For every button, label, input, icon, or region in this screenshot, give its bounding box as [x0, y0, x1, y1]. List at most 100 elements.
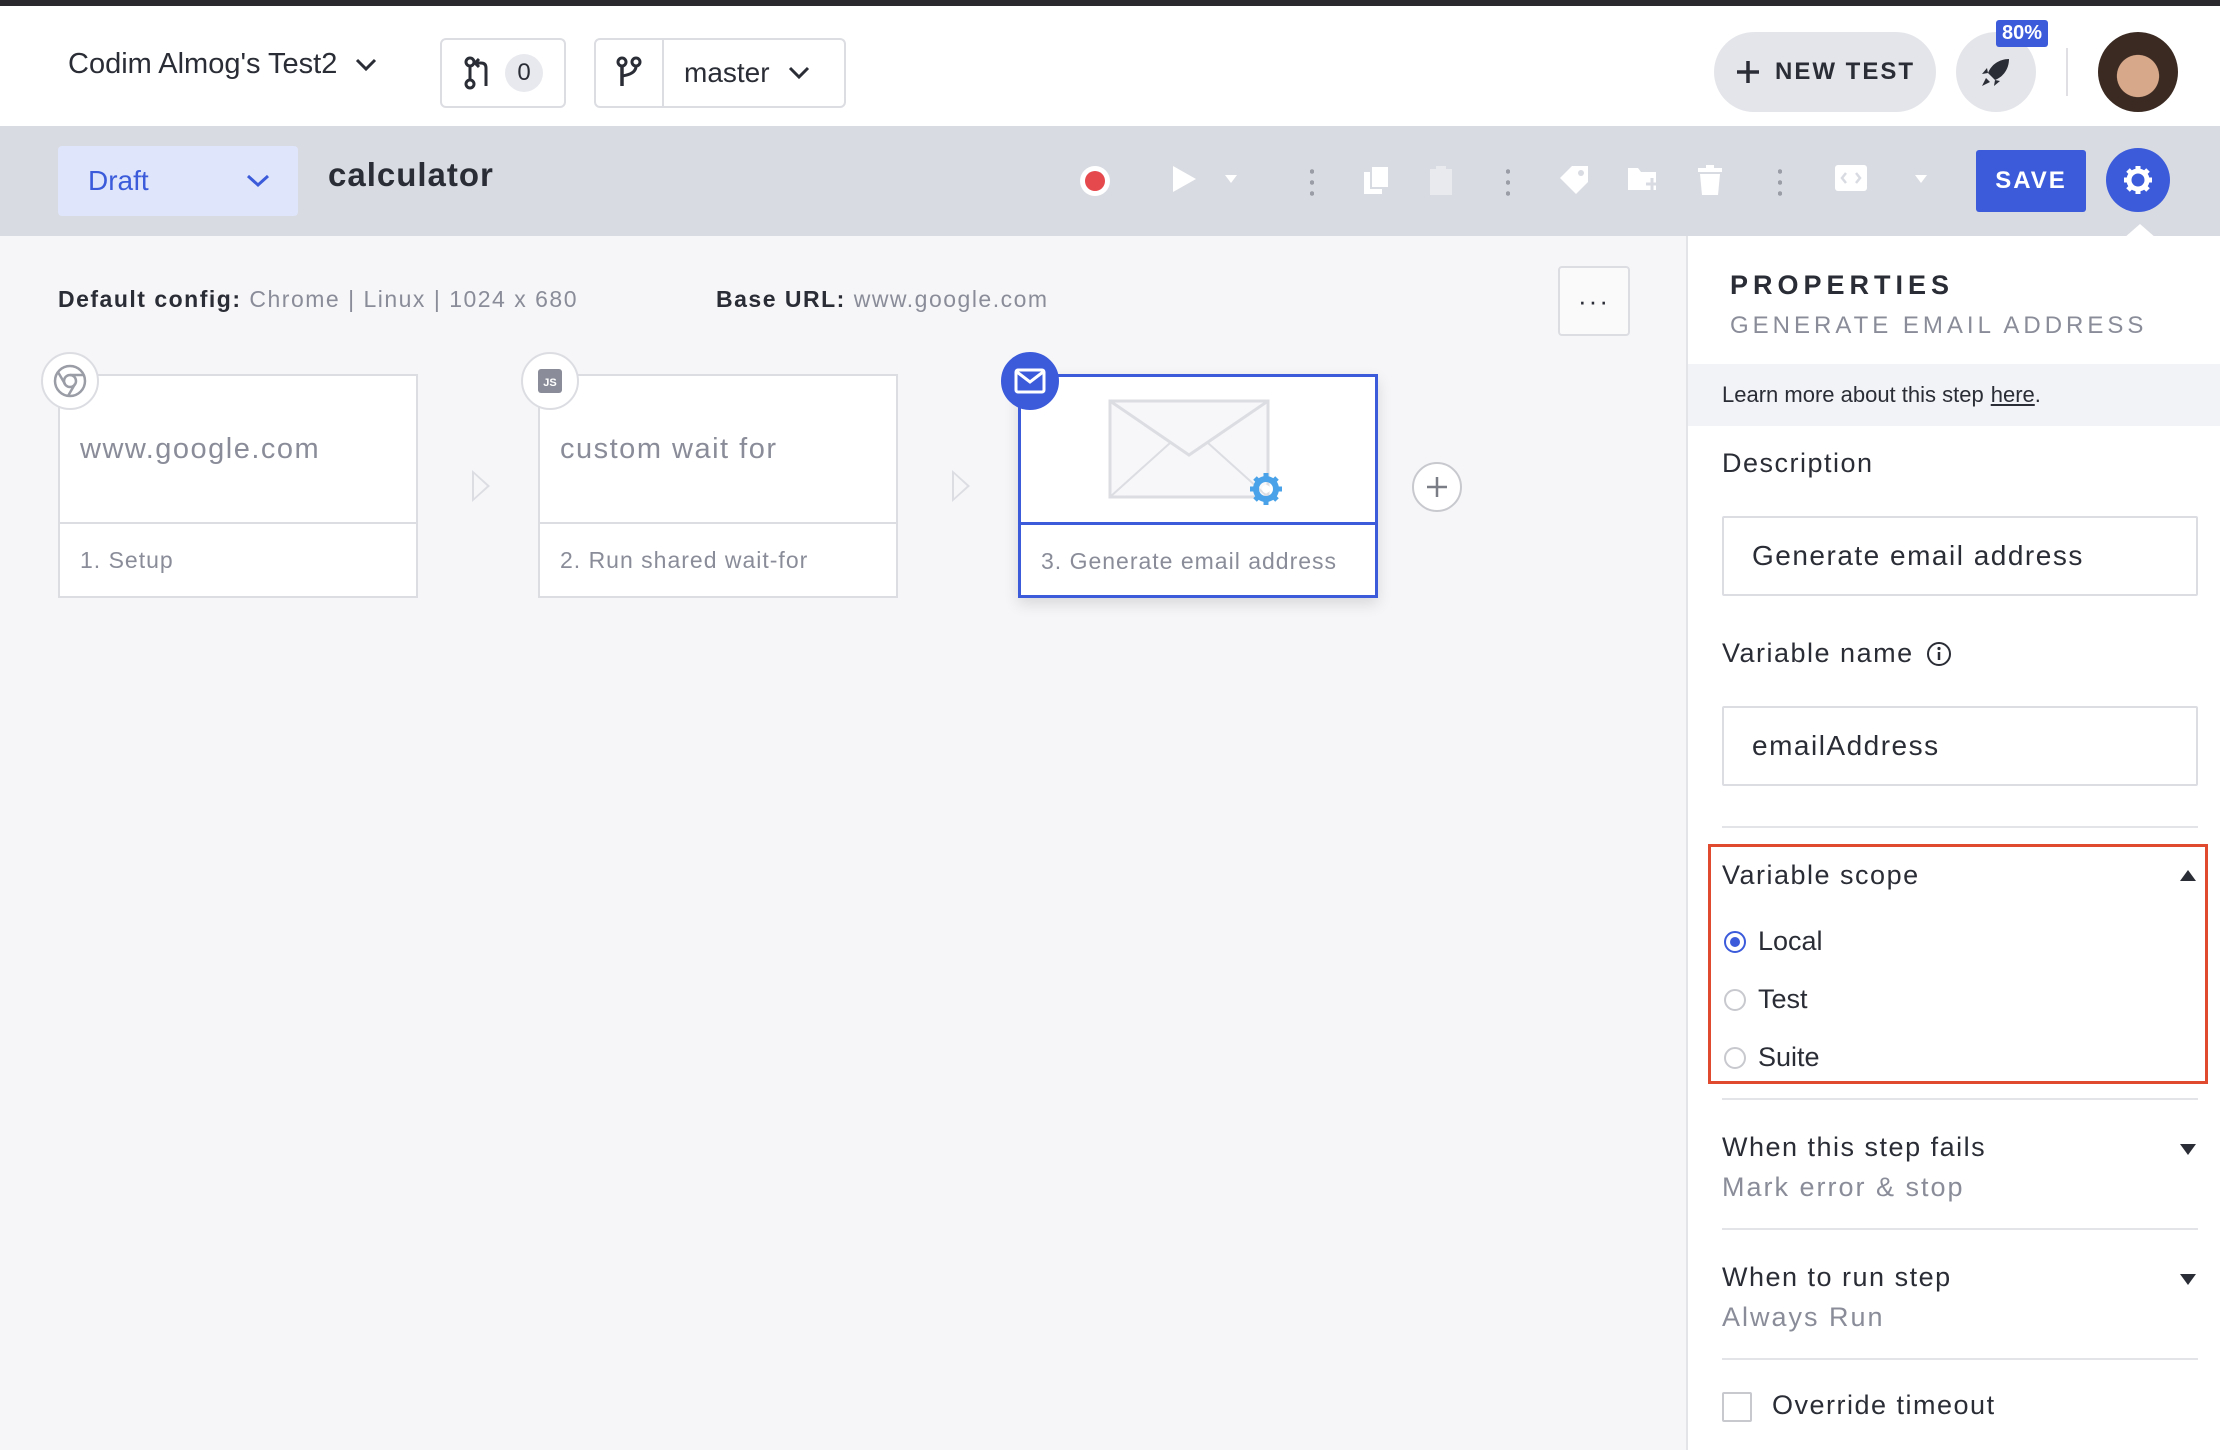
js-icon: JS [521, 352, 579, 410]
pr-count: 0 [505, 54, 543, 92]
on-fail-value: Mark error & stop [1722, 1172, 1965, 1202]
variable-name-label: Variable name [1722, 638, 1914, 668]
base-url-label: Base URL: [716, 286, 846, 312]
base-url[interactable]: Base URL: www.google.com [716, 286, 1049, 313]
collapse-caret-icon[interactable] [2180, 870, 2196, 881]
project-name: Codim Almog's Test2 [68, 48, 338, 80]
avatar[interactable] [2098, 32, 2178, 112]
project-selector[interactable]: Codim Almog's Test2 [68, 48, 377, 81]
toolbar-separator [1778, 166, 1782, 198]
radio-suite[interactable] [1724, 1046, 1746, 1069]
chevron-down-icon [788, 66, 809, 80]
step-title: www.google.com [60, 376, 416, 524]
code-button[interactable] [1834, 164, 1868, 192]
step-connector-arrow [952, 470, 970, 502]
copy-button[interactable] [1362, 164, 1392, 196]
folder-add-icon [1628, 168, 1658, 190]
record-button[interactable] [1078, 164, 1112, 198]
branch-selector[interactable]: master [594, 38, 846, 108]
test-toolbar: Draft calculator SAVE [0, 126, 2220, 238]
add-step-button[interactable] [1412, 462, 1462, 512]
toolbar-separator [1506, 166, 1510, 198]
step-caption: 1. Setup [80, 546, 174, 573]
step-caption: 2. Run shared wait-for [560, 546, 809, 573]
properties-toggle-button[interactable] [2106, 148, 2170, 212]
play-button[interactable] [1170, 164, 1198, 194]
step-card-setup[interactable]: www.google.com 1. Setup [58, 374, 418, 598]
divider [1722, 1098, 2198, 1100]
chevron-down-icon [356, 58, 377, 71]
description-label: Description [1722, 448, 1874, 478]
svg-text:JS: JS [543, 377, 556, 389]
status-label: Draft [88, 165, 149, 196]
override-timeout-checkbox[interactable] [1722, 1392, 1752, 1422]
paste-button[interactable] [1428, 164, 1454, 196]
plus-icon [1427, 477, 1447, 497]
progress-badge: 80% [1996, 20, 2049, 47]
code-icon [1835, 165, 1867, 191]
step-card-generate-email[interactable]: 3. Generate email address [1018, 374, 1378, 598]
code-options-dropdown[interactable] [1914, 174, 1928, 184]
tag-button[interactable] [1558, 164, 1590, 196]
pull-request-icon [464, 56, 488, 90]
status-dropdown[interactable]: Draft [58, 146, 298, 216]
tag-icon [1560, 166, 1588, 194]
when-run-label[interactable]: When to run step [1722, 1262, 1952, 1293]
step-card-wait-for[interactable]: custom wait for 2. Run shared wait-for [538, 374, 898, 598]
panel-title: PROPERTIES [1730, 270, 1955, 300]
when-run-value: Always Run [1722, 1302, 1885, 1332]
scope-option-label: Suite [1758, 1042, 1820, 1072]
description-field[interactable]: Generate email address [1722, 516, 2198, 596]
base-url-value: www.google.com [853, 286, 1049, 312]
default-config[interactable]: Default config: Chrome | Linux | 1024 x … [58, 286, 578, 313]
scope-option-suite[interactable]: Suite [1724, 1042, 1820, 1073]
branch-name: master [684, 57, 770, 88]
on-fail-label[interactable]: When this step fails [1722, 1132, 1986, 1163]
variable-name-field[interactable]: emailAddress [1722, 706, 2198, 786]
chevron-down-icon [246, 174, 270, 188]
new-test-button[interactable]: NEW TEST [1714, 32, 1936, 112]
play-icon [1173, 166, 1196, 192]
divider [1722, 1228, 2198, 1230]
radio-test[interactable] [1724, 988, 1746, 1011]
variable-name-label-row: Variable name [1722, 638, 1952, 669]
move-to-folder-button[interactable] [1626, 164, 1660, 194]
run-options-dropdown[interactable] [1224, 174, 1238, 184]
copy-icon [1364, 165, 1390, 194]
learn-more-period: . [2034, 382, 2041, 407]
more-options-button[interactable]: ··· [1558, 266, 1630, 336]
trash-icon [1698, 165, 1722, 195]
radio-local[interactable] [1724, 930, 1746, 953]
scope-option-test[interactable]: Test [1724, 984, 1808, 1015]
test-name[interactable]: calculator [328, 156, 494, 194]
plus-icon [1737, 61, 1759, 83]
delete-button[interactable] [1696, 164, 1724, 196]
expand-caret-icon[interactable] [2180, 1274, 2196, 1285]
chrome-icon [41, 352, 99, 410]
properties-panel: PROPERTIES GENERATE EMAIL ADDRESS Learn … [1686, 236, 2220, 1450]
step-connector-arrow [472, 470, 490, 502]
step-thumbnail [1021, 377, 1375, 525]
rocket-icon [1982, 59, 2009, 86]
override-timeout-label: Override timeout [1772, 1390, 1996, 1420]
save-button[interactable]: SAVE [1976, 150, 2086, 212]
learn-more-text: Learn more about this step [1722, 382, 1984, 407]
expand-caret-icon[interactable] [2180, 1144, 2196, 1155]
divider [2066, 48, 2068, 96]
config-value: Chrome | Linux | 1024 x 680 [249, 286, 579, 312]
scope-option-label: Test [1758, 984, 1808, 1014]
step-title: custom wait for [540, 376, 896, 524]
panel-subtitle: GENERATE EMAIL ADDRESS [1730, 312, 2148, 339]
variable-scope-label[interactable]: Variable scope [1722, 860, 1920, 891]
envelope-icon [1108, 399, 1282, 505]
divider [1722, 1358, 2198, 1360]
learn-more: Learn more about this step here. [1688, 364, 2220, 426]
config-label: Default config: [58, 286, 242, 312]
step-caption: 3. Generate email address [1041, 547, 1338, 574]
scope-option-local[interactable]: Local [1724, 926, 1823, 957]
pull-requests-button[interactable]: 0 [440, 38, 566, 108]
branch-icon [596, 40, 664, 106]
learn-more-link[interactable]: here [1991, 382, 2035, 408]
gear-icon [2124, 166, 2152, 194]
info-icon[interactable] [1926, 641, 1952, 667]
